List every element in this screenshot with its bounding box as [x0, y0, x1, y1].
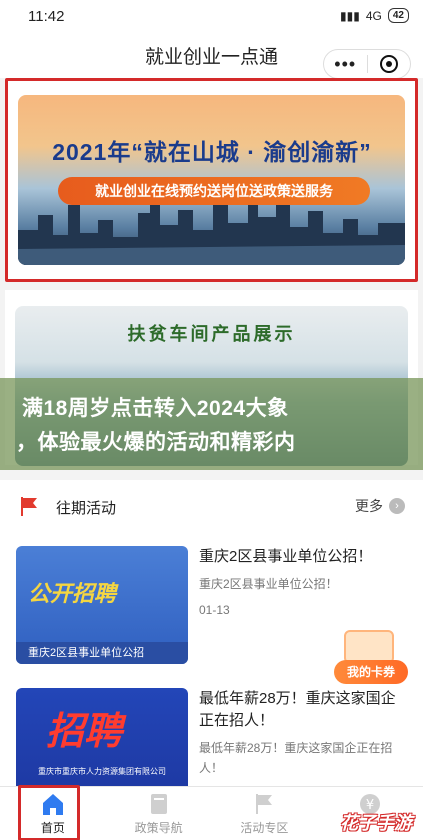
- status-bar: 11:42 ▮▮▮ 4G 42: [0, 0, 423, 32]
- site-watermark-logo: 花子手游: [340, 813, 412, 833]
- thumbnail-caption: 重庆2区县事业单位公招: [16, 642, 188, 664]
- tab-label: 活动专区: [240, 821, 289, 835]
- flag-icon: [21, 497, 37, 516]
- nav-bar: 就业创业一点通 •••: [0, 32, 423, 79]
- tab-activities[interactable]: 活动专区: [212, 787, 318, 840]
- item-subtitle: 最低年薪28万！重庆这家国企正在招人！: [199, 741, 393, 775]
- status-icons: ▮▮▮ 4G 42: [340, 8, 409, 23]
- tab-label: 政策导航: [134, 821, 183, 835]
- signal-icon: ▮▮▮: [340, 8, 360, 23]
- coupon-icon: [344, 630, 394, 664]
- status-time: 11:42: [28, 8, 65, 25]
- my-coupons-button[interactable]: 我的卡券: [334, 630, 408, 686]
- item-subtitle: 重庆2区县事业单位公招！: [199, 577, 338, 591]
- network-label: 4G: [365, 8, 382, 23]
- thumbnail-heading: 招聘: [46, 711, 123, 753]
- tab-highlight-frame: [18, 785, 80, 840]
- more-dots-icon[interactable]: •••: [324, 55, 367, 73]
- section-header: 往期活动 更多 ›: [0, 480, 423, 530]
- miniapp-capsule: •••: [323, 49, 411, 79]
- item-thumbnail: 公开招聘 重庆2区县事业单位公招: [16, 546, 188, 664]
- banner-highlight-frame: 2021年“就在山城 · 渝创渝新” 就业创业在线预约送岗位送政策送服务: [5, 78, 418, 282]
- promo-line-1: 满18周岁点击转入2024大象: [22, 397, 289, 420]
- secondary-banner-title: 扶贫车间产品展示: [127, 324, 296, 344]
- coupon-label: 我的卡券: [334, 660, 408, 684]
- main-banner[interactable]: 2021年“就在山城 · 渝创渝新” 就业创业在线预约送岗位送政策送服务: [18, 95, 405, 265]
- section-title: 往期活动: [56, 500, 117, 517]
- more-label: 更多: [355, 498, 383, 514]
- bottom-tab-bar: 首页 政策导航 活动专区 ¥ 花子手游: [0, 785, 423, 840]
- tab-policy[interactable]: 政策导航: [106, 787, 212, 840]
- banner-subtitle-pill: 就业创业在线预约送岗位送政策送服务: [58, 177, 370, 205]
- item-date: 01-13: [199, 603, 230, 617]
- thumbnail-heading: 公开招聘: [28, 581, 117, 606]
- promo-line-2: ，体验最火爆的活动和精彩内: [16, 431, 296, 454]
- promo-overlay[interactable]: 满18周岁点击转入2024大象 ，体验最火爆的活动和精彩内: [0, 378, 423, 470]
- banner-title: 2021年“就在山城 · 渝创渝新”: [52, 139, 372, 165]
- item-title: 重庆2区县事业单位公招！: [199, 548, 373, 565]
- more-link[interactable]: 更多 ›: [355, 496, 405, 516]
- thumbnail-caption: 重庆市重庆市人力资源集团有限公司: [38, 767, 166, 776]
- item-title: 最低年薪28万！重庆这家国企正在招人！: [199, 690, 396, 729]
- flag-icon: [256, 794, 273, 814]
- target-icon: [379, 55, 398, 73]
- close-target-button[interactable]: [367, 55, 410, 73]
- tab-home[interactable]: 首页: [0, 785, 106, 840]
- battery-icon: 42: [387, 8, 409, 23]
- chevron-right-icon: ›: [389, 498, 405, 514]
- book-icon: [150, 794, 167, 814]
